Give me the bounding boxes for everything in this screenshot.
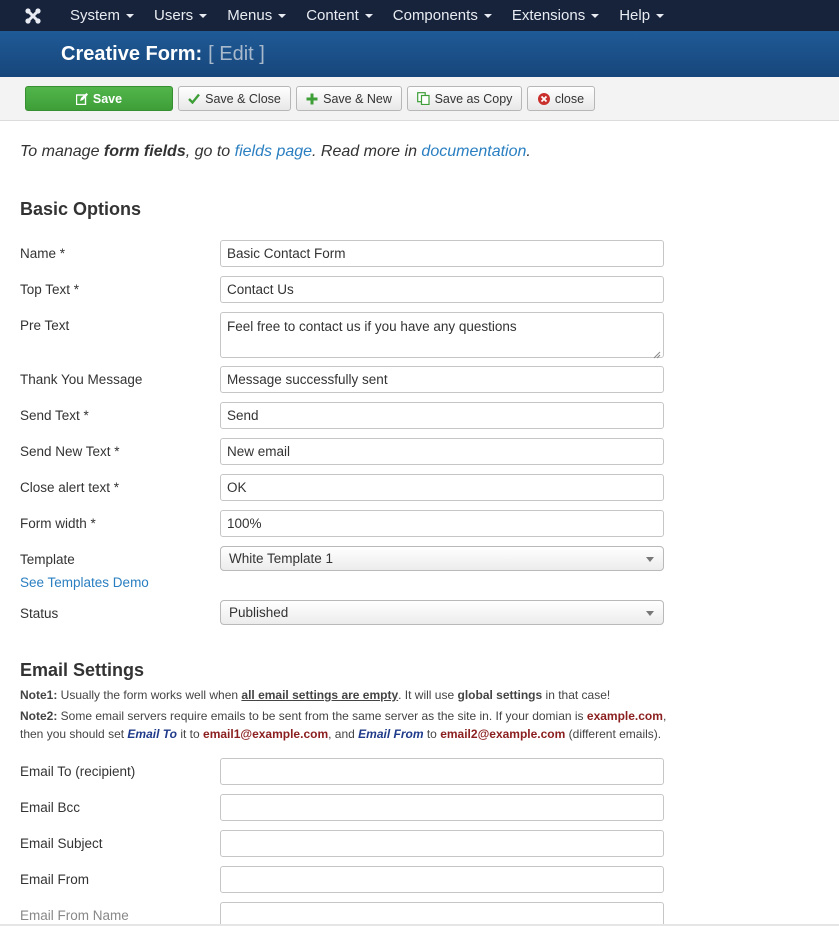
nav-components[interactable]: Components [383,0,502,31]
caret-down-icon [591,13,600,18]
joomla-logo-icon[interactable] [16,0,50,31]
send-new-text-field[interactable]: New email [220,438,664,465]
nav-content[interactable]: Content [296,0,383,31]
pre-text-textarea[interactable]: Feel free to contact us if you have any … [220,312,664,359]
email-bcc-field[interactable] [220,794,664,821]
template-select[interactable]: White Template 1 [220,546,664,571]
copy-icon [416,92,430,105]
note2-text-line2: then you should set Email To it to email… [20,727,662,741]
save-as-copy-button[interactable]: Save as Copy [407,86,522,111]
email-subject-field[interactable] [220,830,664,857]
top-navbar: System Users Menus Content Components Ex… [0,0,839,31]
email-bcc-label: Email Bcc [20,800,81,815]
close-button[interactable]: close [527,86,595,111]
edit-icon [75,92,88,105]
page-title-bar: Creative Form: [ Edit ] [0,31,839,77]
dropdown-arrow-icon [646,557,654,562]
caret-down-icon [483,13,492,18]
see-templates-demo-link[interactable]: See Templates Demo [20,575,149,590]
close-circle-icon [537,92,550,105]
template-label: Template [20,552,75,567]
note2-text: Note2: Some email servers require emails… [20,709,667,723]
caret-down-icon [364,13,373,18]
resize-grip-icon[interactable] [653,347,661,359]
status-label: Status [20,606,59,621]
basic-options-heading: Basic Options [20,199,142,219]
email-to-label: Email To (recipient) [20,764,136,779]
pre-text-label: Pre Text [20,318,70,333]
thank-you-label: Thank You Message [20,372,143,387]
send-text-field[interactable]: Send [220,402,664,429]
email-to-field[interactable] [220,758,664,785]
nav-extensions[interactable]: Extensions [502,0,609,31]
fields-page-link[interactable]: fields page [235,143,312,160]
caret-down-icon [126,13,135,18]
email-from-field[interactable] [220,866,664,893]
top-text-field[interactable]: Contact Us [220,276,664,303]
close-alert-label: Close alert text * [20,480,120,495]
nav-menus[interactable]: Menus [217,0,296,31]
status-select[interactable]: Published [220,600,664,625]
send-new-text-label: Send New Text * [20,444,120,459]
form-width-field[interactable]: 100% [220,510,664,537]
intro-text: To manage form fields, go to fields page… [20,143,531,160]
documentation-link[interactable]: documentation [421,143,526,160]
name-label: Name * [20,246,66,261]
email-from-name-label: Email From Name [20,908,129,923]
dropdown-arrow-icon [646,611,654,616]
save-button[interactable]: Save [25,86,173,111]
email-subject-label: Email Subject [20,836,103,851]
caret-down-icon [656,13,665,18]
note1-text: Note1: Usually the form works well when … [20,688,611,702]
nav-users[interactable]: Users [144,0,217,31]
email-from-name-field[interactable] [220,902,664,924]
toolbar: Save Save & Close Save & New Save as Cop… [0,77,839,121]
nav-help[interactable]: Help [609,0,674,31]
caret-down-icon [278,13,287,18]
save-close-button[interactable]: Save & Close [178,86,291,111]
page-title: Creative Form: [61,42,203,65]
thank-you-field[interactable]: Message successfully sent [220,366,664,393]
name-field[interactable]: Basic Contact Form [220,240,664,267]
email-from-label: Email From [20,872,90,887]
plus-icon [306,93,318,105]
form-width-label: Form width * [20,516,96,531]
caret-down-icon [199,13,208,18]
save-new-button[interactable]: Save & New [296,86,402,111]
email-settings-heading: Email Settings [20,660,145,680]
check-icon [188,93,201,104]
page-mode: [ Edit ] [208,42,265,65]
close-alert-field[interactable]: OK [220,474,664,501]
nav-system[interactable]: System [60,0,144,31]
top-text-label: Top Text * [20,282,80,297]
send-text-label: Send Text * [20,408,89,423]
